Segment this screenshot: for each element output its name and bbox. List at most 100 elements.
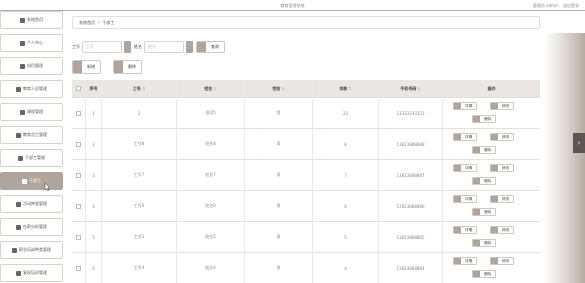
delete-button[interactable]: 删除 [472, 177, 497, 185]
row-checkbox[interactable] [76, 172, 81, 178]
edit-button[interactable]: 修改 [490, 102, 515, 110]
detail-button[interactable]: 详情 [453, 164, 478, 172]
edit-icon [491, 196, 498, 202]
add-button[interactable]: 新增 [72, 60, 101, 74]
delete-icon [473, 240, 480, 246]
sidebar-item[interactable]: 在职分析管理 [0, 218, 63, 236]
sidebar-item[interactable]: 干部工管理 [0, 149, 63, 167]
edit-button[interactable]: 修改 [490, 226, 515, 234]
sidebar-item[interactable]: 系统首页 [0, 11, 63, 29]
cell-age: 5 [313, 222, 379, 252]
menu-icon [20, 109, 25, 115]
menu-icon [16, 270, 21, 276]
cell-age: 7 [313, 160, 379, 190]
cell-name: 姓名7 [177, 160, 245, 190]
row-checkbox[interactable] [76, 265, 81, 271]
cell-phone: 13823888886 [379, 191, 443, 221]
edit-button[interactable]: 修改 [490, 257, 515, 265]
id-search-input[interactable]: 工号 [82, 41, 122, 53]
row-checkbox[interactable] [76, 110, 81, 116]
sidebar-item[interactable]: 复权培训管理 [0, 264, 63, 282]
delete-button[interactable]: 删除 [472, 146, 497, 154]
delete-icon [114, 61, 123, 73]
delete-button[interactable]: 删除 [472, 239, 497, 247]
row-actions: 详情 修改删除 [443, 98, 540, 128]
row-actions: 详情 修改删除 [443, 129, 540, 159]
logout-link[interactable]: 退出登录 [563, 3, 579, 8]
edit-button[interactable]: 修改 [490, 195, 515, 203]
sidebar-item[interactable]: 教育人员管理 [0, 80, 63, 98]
cell-index: 3 [86, 160, 102, 190]
delete-icon [473, 271, 480, 277]
header-name[interactable]: 姓名 ⇅ [177, 80, 245, 97]
cell-id: 工号4 [102, 253, 177, 283]
chevron-right-icon[interactable]: › [573, 133, 585, 153]
action-bar: 新增 删除 [72, 60, 142, 74]
row-select-cell [72, 191, 86, 221]
table-row: 1 3 测试5 男 22 13333333333 详情 修改 删除 [72, 98, 540, 129]
sidebar-item[interactable]: 干部工 [0, 172, 63, 190]
header-phone[interactable]: 手机号码 ⇅ [379, 80, 443, 97]
cell-id: 工号8 [102, 129, 177, 159]
edit-button[interactable]: 修改 [490, 133, 515, 141]
row-checkbox[interactable] [76, 203, 81, 209]
batch-delete-button[interactable]: 删除 [113, 60, 142, 74]
detail-button[interactable]: 详情 [453, 257, 478, 265]
table-header: 序号 工号 ⇅ 姓名 ⇅ 性别 ⇅ 年龄 ⇅ 手机号码 ⇅ 操作 [72, 80, 540, 98]
cell-phone: 13823888887 [379, 160, 443, 190]
sort-icon: ⇅ [417, 86, 421, 91]
detail-button[interactable]: 详情 [453, 195, 478, 203]
cell-name: 姓名6 [177, 191, 245, 221]
delete-button[interactable]: 删除 [472, 115, 497, 123]
cell-id: 工号5 [102, 222, 177, 252]
query-button[interactable]: 查询 [196, 41, 225, 53]
table-row: 6 工号4 姓名4 男 4 13823888884 详情 修改 删除 [72, 253, 540, 283]
detail-icon [454, 134, 461, 140]
id-label: 工号 [72, 44, 80, 49]
row-select-cell [72, 222, 86, 252]
row-actions: 详情 修改删除 [443, 160, 540, 190]
header-age[interactable]: 年龄 ⇅ [313, 80, 379, 97]
cell-sex: 男 [245, 160, 313, 190]
delete-button[interactable]: 删除 [472, 270, 497, 278]
sidebar-item-label: 系统首页 [27, 17, 43, 22]
edit-icon [491, 134, 498, 140]
data-table: 序号 工号 ⇅ 姓名 ⇅ 性别 ⇅ 年龄 ⇅ 手机号码 ⇅ 操作 1 3 测试5 男 22 1333… [72, 80, 540, 283]
detail-button[interactable]: 详情 [453, 102, 478, 110]
sidebar-item-label: 教育人员管理 [23, 86, 47, 91]
detail-icon [454, 165, 461, 171]
detail-button[interactable]: 详情 [453, 133, 478, 141]
row-checkbox[interactable] [76, 141, 81, 147]
sidebar-item-label: 科目管理 [27, 63, 43, 68]
breadcrumb-home[interactable]: 系统首页 [79, 20, 95, 26]
sidebar-item-label: 干部工 [29, 178, 41, 183]
sidebar-item[interactable]: 教育员工管理 [0, 126, 63, 144]
sidebar-item-label: 复权培训管理 [23, 270, 47, 275]
row-checkbox[interactable] [76, 234, 81, 240]
header-sex[interactable]: 性别 ⇅ [245, 80, 313, 97]
menu-icon [16, 224, 21, 230]
input-accent [186, 41, 193, 53]
row-actions: 详情 修改删除 [443, 191, 540, 221]
sidebar-item[interactable]: 课程管理 [0, 103, 63, 121]
detail-button[interactable]: 详情 [453, 226, 478, 234]
cell-phone: 13823888885 [379, 222, 443, 252]
mouse-cursor-icon [44, 183, 50, 191]
row-actions: 详情 修改删除 [443, 253, 540, 283]
edit-button[interactable]: 修改 [490, 164, 515, 172]
header-ops: 操作 [487, 85, 496, 91]
sidebar-item[interactable]: 科目管理 [0, 57, 63, 75]
detail-icon [454, 196, 461, 202]
cell-name: 测试5 [177, 98, 245, 128]
breadcrumb: 系统首页 / 干部工 [72, 16, 540, 29]
page-scrollbar-area[interactable] [545, 33, 585, 283]
sidebar-item[interactable]: 个人中心 [0, 34, 63, 52]
select-all-checkbox[interactable] [76, 86, 81, 91]
delete-button[interactable]: 删除 [472, 208, 497, 216]
cell-sex: 男 [245, 191, 313, 221]
sidebar-item[interactable]: 活动种类管理 [0, 195, 63, 213]
sidebar-item-label: 课程管理 [27, 109, 43, 114]
header-id[interactable]: 工号 ⇅ [102, 80, 177, 97]
name-search-input[interactable]: 姓名 [144, 41, 184, 53]
sidebar-item[interactable]: 职业培训种类管理 [0, 241, 63, 259]
